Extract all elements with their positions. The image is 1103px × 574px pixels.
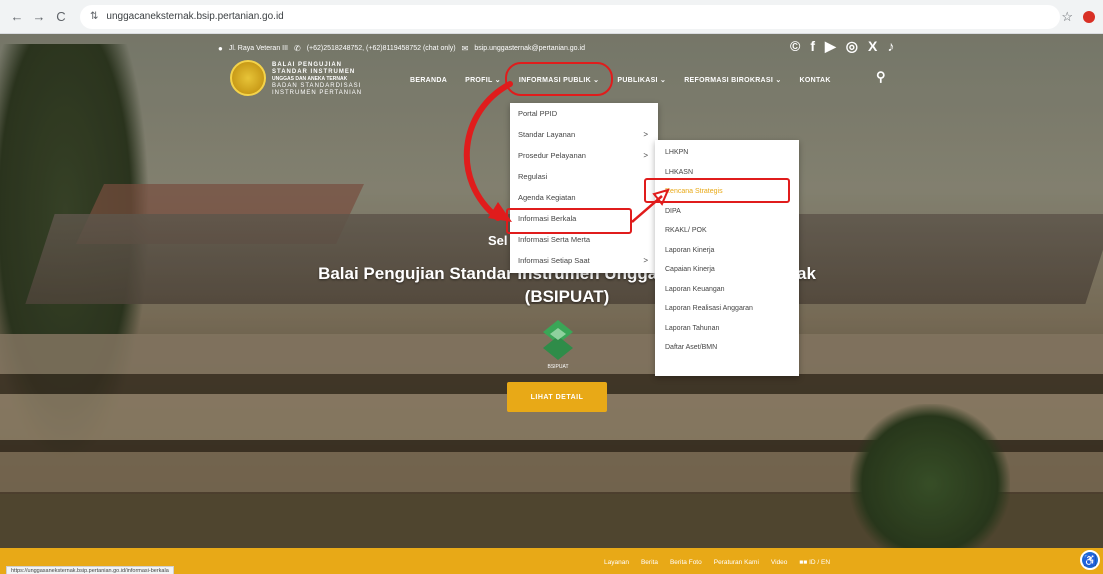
lihat-detail-button[interactable]: LIHAT DETAIL [507,382,607,412]
submenu-laporan-kinerja[interactable]: Laporan Kinerja [655,241,799,261]
emblem-caption: BSIPUAT [547,364,568,370]
submenu-daftar-aset-bmn[interactable]: Daftar Aset/BMN [655,338,799,358]
location-pin-icon: ● [218,43,223,53]
bookmark-star-icon[interactable]: ☆ [1061,9,1073,25]
logo-line-5: INSTRUMEN PERTANIAN [272,90,363,96]
submenu-laporan-keuangan[interactable]: Laporan Keuangan [655,280,799,300]
phone-icon: ✆ [294,43,301,53]
site-logo-text[interactable]: BALAI PENGUJIAN STANDAR INSTRUMEN UNGGAS… [272,62,402,97]
email-text[interactable]: bsip.unggasternak@pertanian.go.id [474,45,585,52]
logo-line-3: UNGGAS DAN ANEKA TERNAK [272,76,348,82]
address-bar[interactable]: ⇅ unggacaneksternak.bsip.pertanian.go.id [80,4,1060,29]
instagram-icon[interactable]: ◎ [846,38,858,55]
browser-toolbar: ← → C ⇅ unggacaneksternak.bsip.pertanian… [0,0,1103,34]
tiktok-icon[interactable]: ♪ [887,38,894,55]
bsipuat-emblem-icon: BSIPUAT [543,320,573,370]
footer-link-berita[interactable]: Berita [641,559,658,566]
link-status-bar: https://unggasaneksternak.bsip.pertanian… [6,566,174,574]
submenu-lhkpn[interactable]: LHKPN [655,143,799,163]
forward-icon[interactable]: → [30,8,48,26]
annotation-arrows [463,81,670,223]
whatsapp-icon[interactable]: © [790,38,800,55]
email-icon: ✉ [461,43,469,53]
footer-link-video[interactable]: Video [771,559,788,566]
social-links: © f ▶ ◎ X ♪ [790,38,894,55]
menu-informasi-setiap-saat[interactable]: Informasi Setiap Saat > [510,250,658,271]
submenu-laporan-tahunan[interactable]: Laporan Tahunan [655,319,799,339]
submenu-rkakl-pok[interactable]: RKAKL/ POK [655,221,799,241]
back-icon[interactable]: ← [8,8,26,26]
submenu-dipa[interactable]: DIPA [655,202,799,222]
footer-links: Layanan Berita Berita Foto Peraturan Kam… [604,559,830,566]
site-info-icon[interactable]: ⇅ [90,11,98,22]
site-logo[interactable] [230,60,266,96]
footer-link-peraturan[interactable]: Peraturan Kami [714,559,759,566]
logo-line-1: BALAI PENGUJIAN [272,62,343,68]
submenu-laporan-realisasi-anggaran[interactable]: Laporan Realisasi Anggaran [655,299,799,319]
url-text: unggacaneksternak.bsip.pertanian.go.id [106,11,284,22]
address-text: Jl. Raya Veteran III [228,44,288,52]
youtube-icon[interactable]: ▶ [825,38,836,55]
phone-text[interactable]: (+62)2518248752, (+62)8119458752 (chat o… [307,45,456,52]
search-icon[interactable]: ⚲ [876,69,886,85]
footer-link-layanan[interactable]: Layanan [604,559,629,566]
reload-icon[interactable]: C [52,8,70,26]
chevron-right-icon: > [643,256,648,265]
informasi-berkala-submenu: LHKPN LHKASN Rencana Strategis DIPA RKAK… [655,140,799,376]
extension-icon[interactable] [1083,10,1095,23]
nav-reformasi-birokrasi[interactable]: REFORMASI BIROKRASI ⌄ [684,76,781,84]
accessibility-icon[interactable]: ♿ [1080,550,1100,570]
logo-line-2: STANDAR INSTRUMEN [272,69,356,75]
footer-link-berita-foto[interactable]: Berita Foto [670,559,702,566]
logo-line-4: BADAN STANDARDISASI [272,83,362,89]
nav-kontak[interactable]: KONTAK [800,77,831,84]
x-icon[interactable]: X [868,38,877,55]
language-switch[interactable]: ■■ ID / EN [799,559,830,566]
facebook-icon[interactable]: f [810,38,815,55]
submenu-capaian-kinerja[interactable]: Capaian Kinerja [655,260,799,280]
